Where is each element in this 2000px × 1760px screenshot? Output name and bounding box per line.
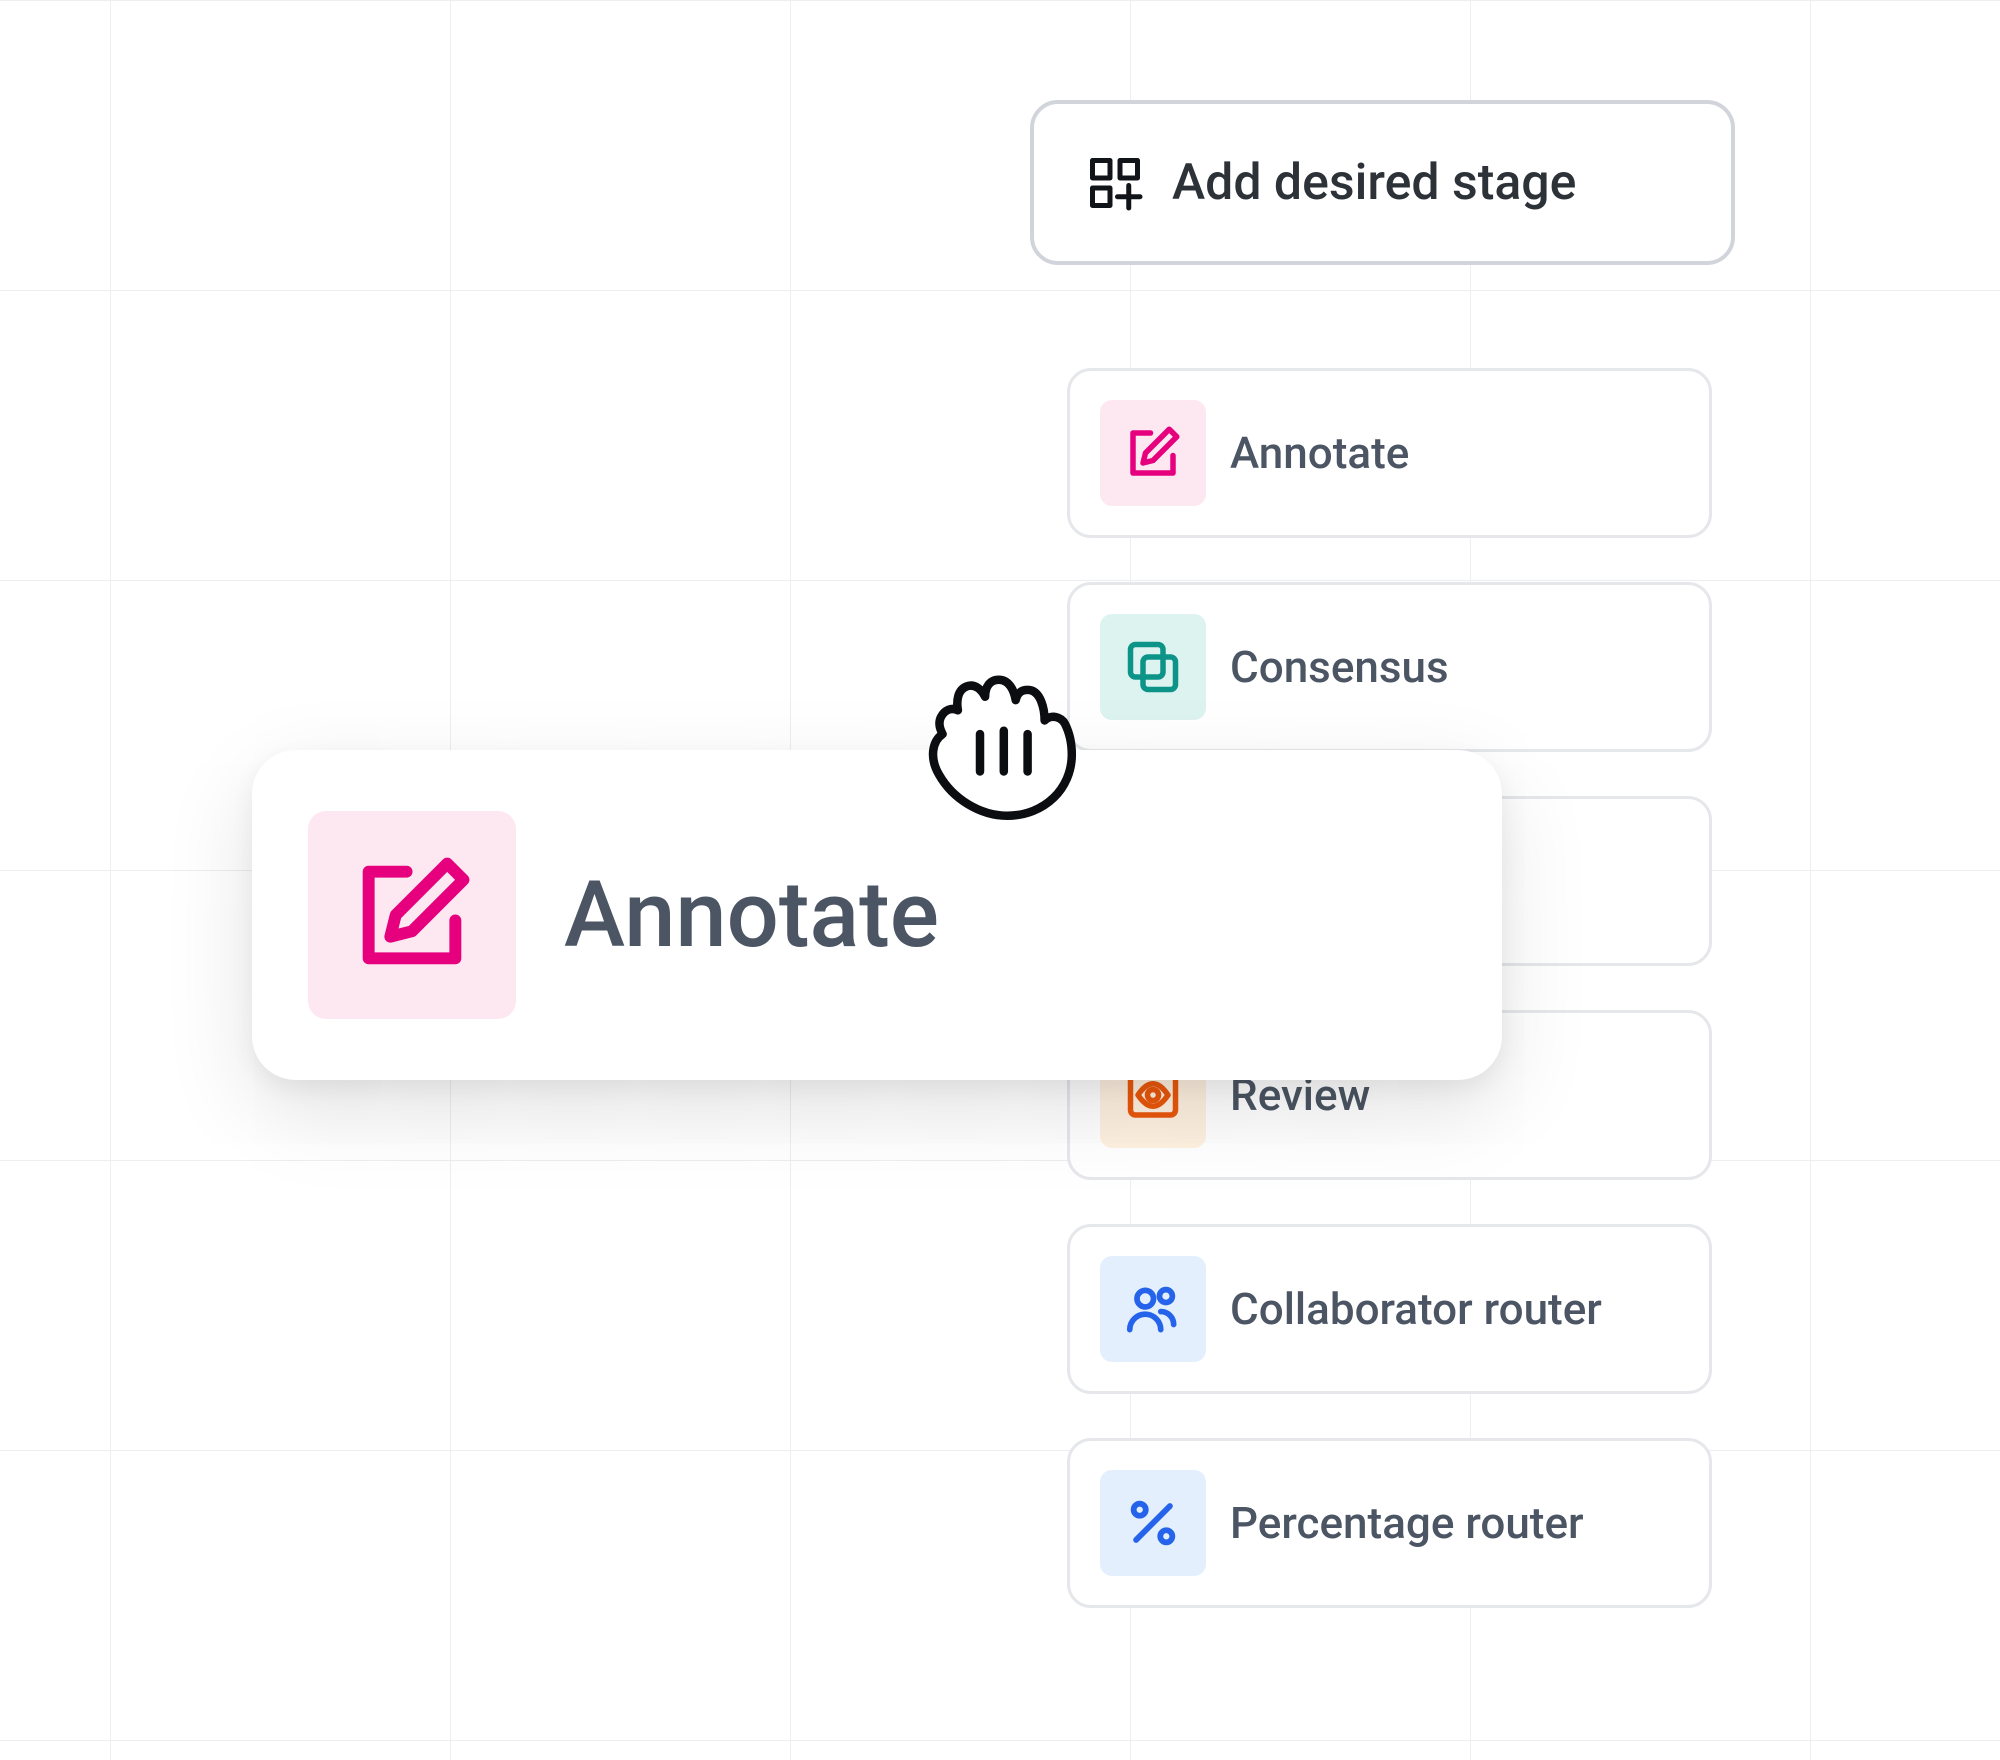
add-stage-label: Add desired stage xyxy=(1172,154,1576,212)
stage-label: Annotate xyxy=(1230,427,1409,479)
edit-icon xyxy=(308,811,516,1019)
dragged-stage-label: Annotate xyxy=(564,862,939,969)
stage-card-consensus[interactable]: Consensus xyxy=(1067,582,1712,752)
people-icon xyxy=(1100,1256,1206,1362)
overlap-icon xyxy=(1100,614,1206,720)
edit-icon xyxy=(1100,400,1206,506)
stage-label: Percentage router xyxy=(1230,1497,1584,1549)
percent-icon xyxy=(1100,1470,1206,1576)
add-stage-button[interactable]: Add desired stage xyxy=(1030,100,1735,265)
stage-card-percentage-router[interactable]: Percentage router xyxy=(1067,1438,1712,1608)
stage-card-collaborator-router[interactable]: Collaborator router xyxy=(1067,1224,1712,1394)
stage-card-annotate[interactable]: Annotate xyxy=(1067,368,1712,538)
add-widget-icon xyxy=(1084,152,1146,214)
dragged-stage-card[interactable]: Annotate xyxy=(252,750,1502,1080)
stage-label: Collaborator router xyxy=(1230,1283,1602,1335)
stage-label: Consensus xyxy=(1230,641,1449,693)
